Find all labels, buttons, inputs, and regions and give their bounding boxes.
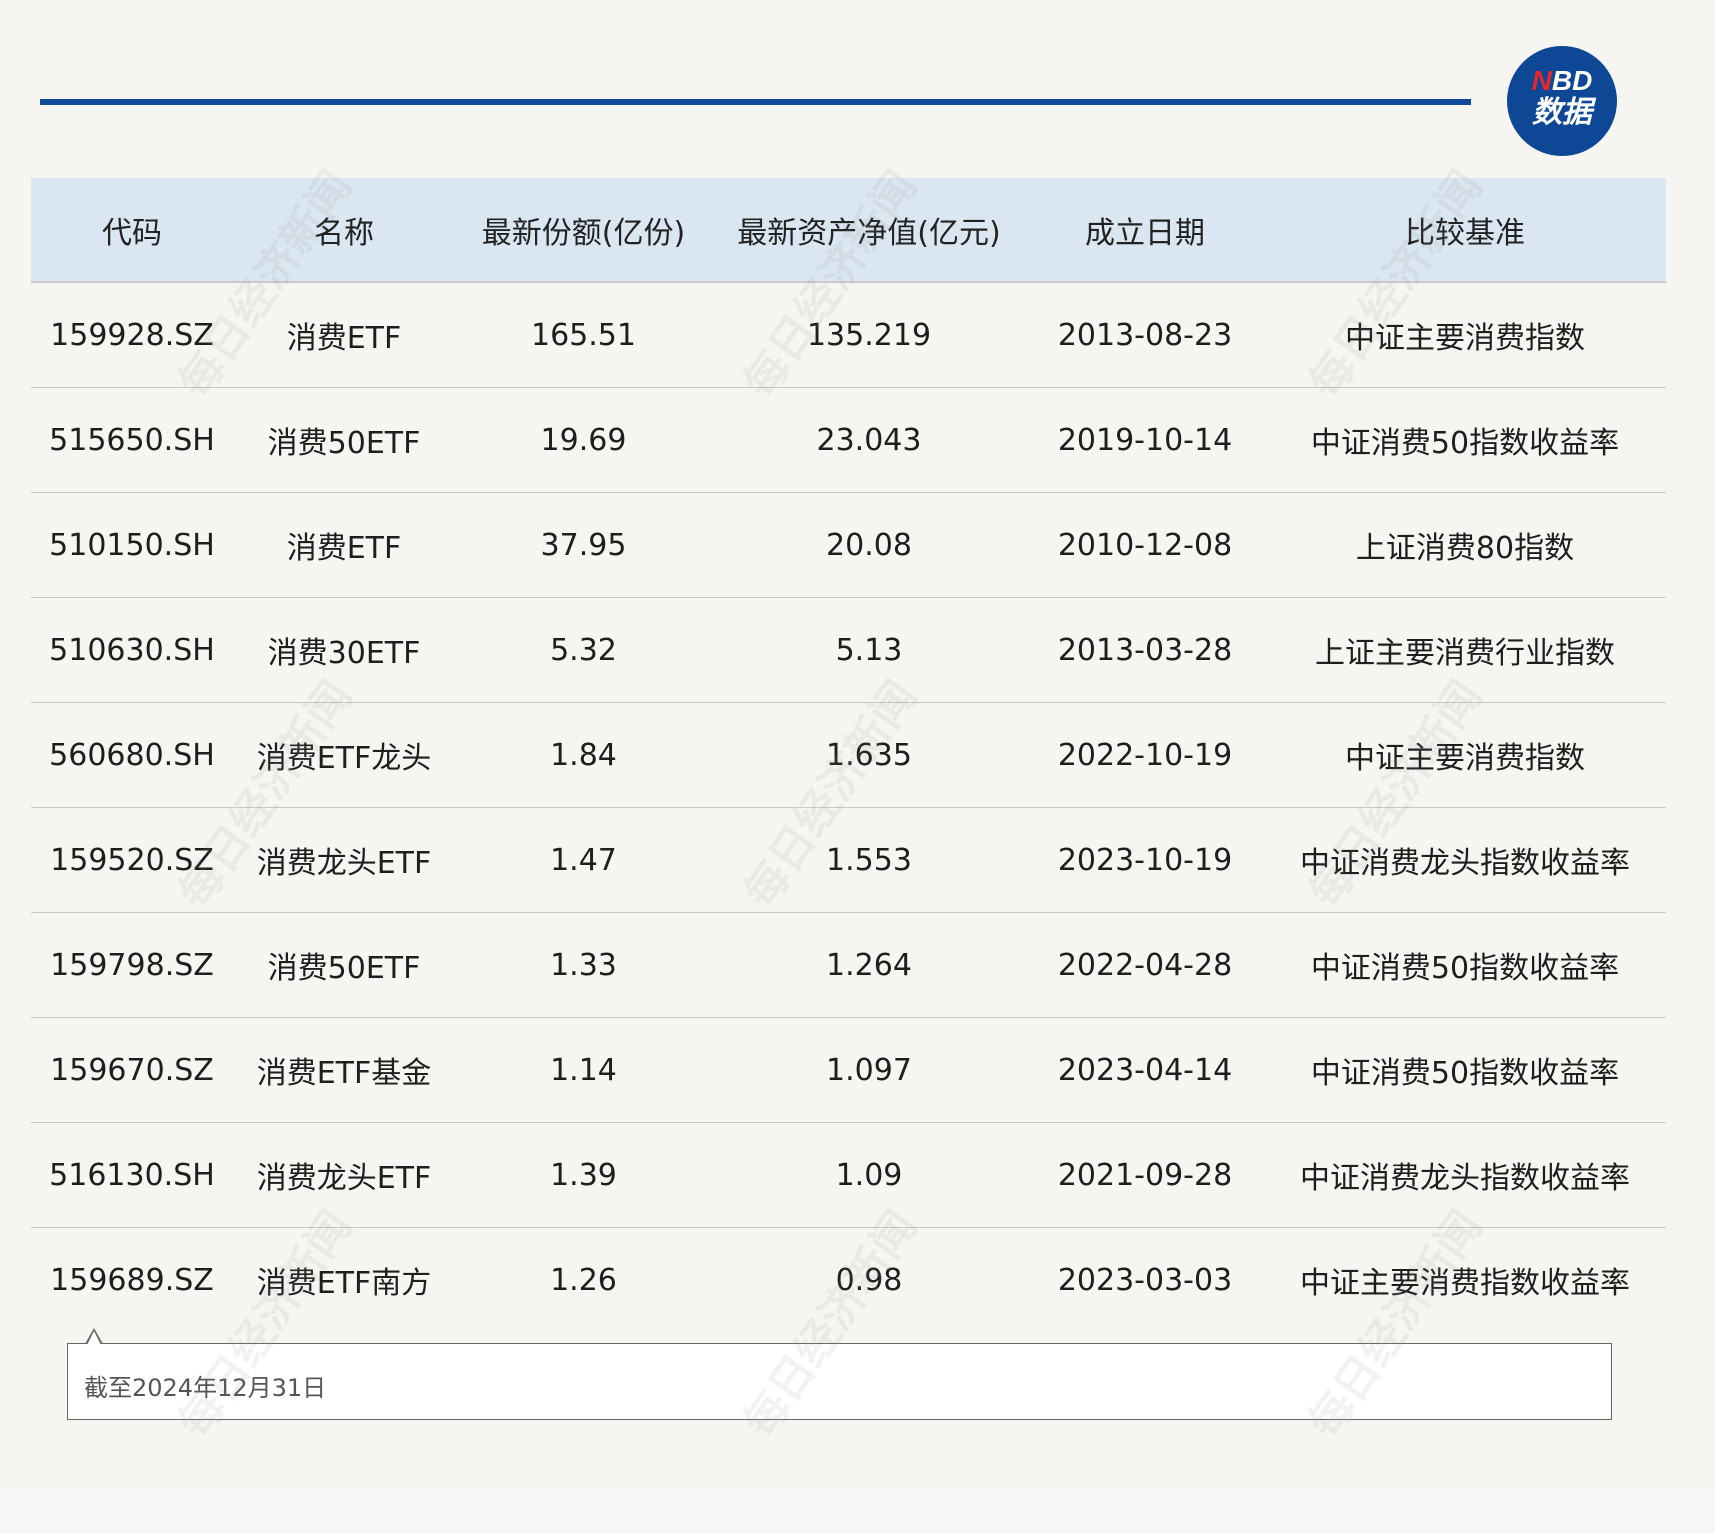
cell-nav: 1.09 xyxy=(712,1122,1026,1228)
cell-code: 159798.SZ xyxy=(31,912,233,1018)
cell-shares: 1.84 xyxy=(455,702,712,808)
table-row: 159798.SZ 消费50ETF 1.33 1.264 2022-04-28 中证消费5… xyxy=(31,912,1666,1018)
cell-inception: 2022-04-28 xyxy=(1026,912,1264,1018)
table-row: 159689.SZ 消费ETF南方 1.26 0.98 2023-03-03 中证主要消费… xyxy=(31,1228,1666,1333)
cell-code: 159928.SZ xyxy=(31,282,233,388)
note-box: 截至2024年12月31日 xyxy=(67,1343,1612,1420)
cell-benchmark: 中证消费50指数收益率 xyxy=(1264,1017,1666,1123)
table-row: 159670.SZ 消费ETF基金 1.14 1.097 2023-04-14 中证消费5… xyxy=(31,1017,1666,1123)
cell-inception: 2023-03-03 xyxy=(1057,1262,1233,1298)
cell-benchmark: 中证消费龙头指数收益率 xyxy=(1264,1122,1666,1228)
table-row: 560680.SH 消费ETF龙头 1.84 1.635 2022-10-19 中证主要消… xyxy=(31,702,1666,808)
cell-name: 消费ETF xyxy=(233,282,455,388)
cell-shares: 165.51 xyxy=(455,282,712,388)
cell-name: 消费龙头ETF xyxy=(233,1122,455,1228)
nbd-data-logo: NBD 数据 xyxy=(1507,46,1617,156)
header-benchmark: 比较基准 xyxy=(1264,178,1666,283)
cell-code: 510150.SH xyxy=(31,492,233,598)
table-row: 159520.SZ 消费龙头ETF 1.47 1.553 2023-10-19 中证消费龙… xyxy=(31,807,1666,913)
cell-nav: 20.08 xyxy=(712,492,1026,598)
header-inception: 成立日期 xyxy=(1026,178,1264,283)
cell-nav: 1.097 xyxy=(712,1017,1026,1123)
table-row: 159928.SZ 消费ETF 165.51 135.219 2013-08-23 中证主… xyxy=(31,282,1666,388)
etf-table: 代码 名称 最新份额(亿份) 最新资产净值(亿元) 成立日期 比较基准 1599… xyxy=(31,178,1666,1332)
cell-code: 159670.SZ xyxy=(31,1017,233,1123)
cell-shares: 37.95 xyxy=(455,492,712,598)
table-header-row: 代码 名称 最新份额(亿份) 最新资产净值(亿元) 成立日期 比较基准 xyxy=(31,178,1666,283)
cell-inception: 2022-10-19 xyxy=(1026,702,1264,808)
cell-name: 消费龙头ETF xyxy=(233,807,455,913)
cell-shares: 1.14 xyxy=(455,1017,712,1123)
logo-data-text: 数据 xyxy=(1532,96,1592,129)
cell-name: 消费ETF龙头 xyxy=(233,702,455,808)
cell-nav: 1.264 xyxy=(712,912,1026,1018)
cell-inception: 2021-09-28 xyxy=(1026,1122,1264,1228)
cell-name: 消费30ETF xyxy=(233,597,455,703)
cell-code: 515650.SH xyxy=(31,387,233,493)
cell-code: 516130.SH xyxy=(31,1122,233,1228)
cell-benchmark: 中证主要消费指数收益率 xyxy=(1300,1266,1630,1301)
header-code: 代码 xyxy=(31,178,233,283)
cell-nav: 1.635 xyxy=(712,702,1026,808)
header-name: 名称 xyxy=(233,178,455,283)
cell-nav: 135.219 xyxy=(712,282,1026,388)
cell-benchmark: 中证消费50指数收益率 xyxy=(1264,912,1666,1018)
cell-shares: 1.39 xyxy=(455,1122,712,1228)
note-text: 截至2024年12月31日 xyxy=(84,1374,327,1402)
cell-inception: 2013-08-23 xyxy=(1026,282,1264,388)
cell-name: 消费ETF xyxy=(233,492,455,598)
cell-nav: 0.98 xyxy=(835,1262,903,1298)
header-rule xyxy=(40,99,1471,105)
cell-nav: 5.13 xyxy=(712,597,1026,703)
cell-name: 消费50ETF xyxy=(233,387,455,493)
header-shares: 最新份额(亿份) xyxy=(455,178,712,283)
cell-benchmark: 上证消费80指数 xyxy=(1264,492,1666,598)
table-row: 516130.SH 消费龙头ETF 1.39 1.09 2021-09-28 中证消费龙头… xyxy=(31,1122,1666,1228)
bottom-band xyxy=(0,1488,1715,1534)
cell-name: 消费ETF基金 xyxy=(233,1017,455,1123)
cell-code: 510630.SH xyxy=(31,597,233,703)
table-row: 510630.SH 消费30ETF 5.32 5.13 2013-03-28 上证主要消费… xyxy=(31,597,1666,703)
logo-n: N xyxy=(1531,65,1552,96)
cell-name: 消费ETF南方 xyxy=(256,1266,432,1301)
cell-benchmark: 中证消费龙头指数收益率 xyxy=(1264,807,1666,913)
table-row: 515650.SH 消费50ETF 19.69 23.043 2019-10-14 中证消… xyxy=(31,387,1666,493)
cell-benchmark: 中证主要消费指数 xyxy=(1264,282,1666,388)
cell-inception: 2010-12-08 xyxy=(1026,492,1264,598)
cell-shares: 1.33 xyxy=(455,912,712,1018)
cell-nav: 23.043 xyxy=(712,387,1026,493)
cell-code: 159520.SZ xyxy=(31,807,233,913)
cell-shares: 1.47 xyxy=(455,807,712,913)
cell-name: 消费50ETF xyxy=(233,912,455,1018)
cell-shares: 1.26 xyxy=(550,1262,617,1298)
cell-nav: 1.553 xyxy=(712,807,1026,913)
cell-benchmark: 上证主要消费行业指数 xyxy=(1264,597,1666,703)
table-row: 510150.SH 消费ETF 37.95 20.08 2010-12-08 上证消费80… xyxy=(31,492,1666,598)
cell-inception: 2013-03-28 xyxy=(1026,597,1264,703)
cell-benchmark: 中证主要消费指数 xyxy=(1264,702,1666,808)
cell-inception: 2023-10-19 xyxy=(1026,807,1264,913)
note-pointer-fill xyxy=(87,1331,101,1345)
cell-inception: 2023-04-14 xyxy=(1026,1017,1264,1123)
cell-shares: 5.32 xyxy=(455,597,712,703)
cell-benchmark: 中证消费50指数收益率 xyxy=(1264,387,1666,493)
cell-code: 159689.SZ xyxy=(50,1262,214,1298)
logo-bd: BD xyxy=(1551,65,1593,96)
cell-inception: 2019-10-14 xyxy=(1026,387,1264,493)
header-nav: 最新资产净值(亿元) xyxy=(712,178,1026,283)
cell-code: 560680.SH xyxy=(31,702,233,808)
cell-shares: 19.69 xyxy=(455,387,712,493)
